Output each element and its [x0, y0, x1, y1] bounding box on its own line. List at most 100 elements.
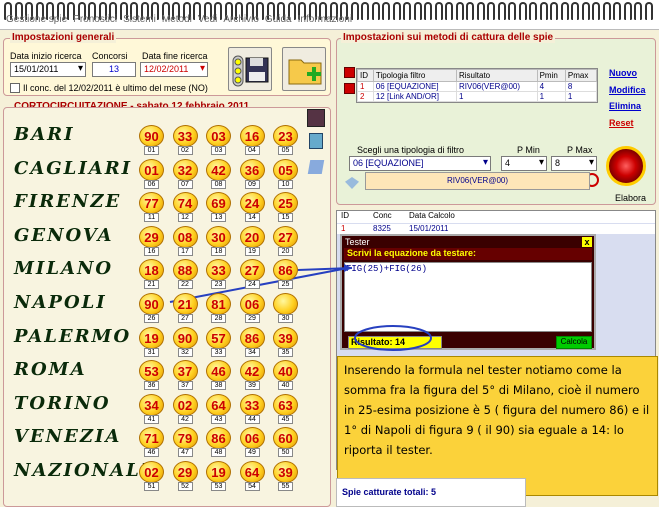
number-bulb: 53 36	[139, 360, 164, 391]
filter-table-cell: 1	[564, 91, 598, 102]
number-bulb: 71 46	[139, 427, 164, 458]
last-of-month-label: Il conc. del 12/02/2011 è ultimo del mes…	[23, 83, 208, 93]
number-bulb: 29 52	[172, 461, 198, 491]
calc-row[interactable]: 1 8325 15/01/2011	[337, 224, 655, 234]
drawn-number: 46	[206, 360, 231, 383]
number-bulb: 33 23	[206, 259, 231, 290]
filter-table-header: ID	[357, 69, 374, 82]
position-number: 49	[244, 448, 260, 458]
position-number: 31	[144, 347, 159, 357]
menu-item[interactable]: Gestione spie	[6, 14, 67, 25]
number-bulb: 64 43	[206, 393, 231, 424]
number-bulb: 37 37	[172, 360, 198, 391]
filter-table-row[interactable]: 1 06 [EQUAZIONE] RIV06(VER@00) 4 8	[357, 81, 598, 92]
menu-item[interactable]: Vedi	[198, 14, 217, 25]
drawn-number: 25	[273, 192, 298, 215]
tester-window: Tester x Scrivi la equazione da testare:…	[340, 234, 596, 350]
new-folder-button[interactable]	[282, 47, 326, 91]
menu-item[interactable]: Sistemi	[123, 14, 156, 25]
position-number: 35	[278, 347, 293, 357]
drawn-number: 02	[172, 393, 198, 416]
position-number: 36	[144, 381, 159, 391]
menu-item[interactable]: Informazioni	[298, 14, 352, 25]
pmax-select[interactable]: 8	[551, 156, 597, 171]
modifica-link[interactable]: Modifica	[609, 85, 646, 95]
number-bulb: 21 27	[172, 293, 198, 323]
position-number: 21	[144, 280, 159, 290]
number-bulb: 19 53	[206, 461, 231, 491]
position-number: 05	[278, 146, 293, 155]
position-number: 33	[211, 347, 226, 357]
drawn-number: 18	[139, 259, 164, 282]
start-date-field[interactable]: 15/01/2011	[10, 62, 86, 77]
number-bulb: 01 06	[139, 158, 164, 189]
drawn-number: 39	[273, 461, 298, 483]
position-number: 50	[278, 448, 293, 458]
delete-row-icon[interactable]	[344, 83, 355, 94]
position-number: 32	[177, 347, 193, 357]
tester-prompt: Scrivi la equazione da testare:	[344, 248, 592, 260]
drawn-number: 06	[239, 427, 265, 450]
drawn-number: 42	[206, 158, 231, 181]
calcola-button[interactable]: Calcola	[556, 336, 592, 349]
drawn-number: 63	[273, 393, 298, 416]
drawn-number: 90	[172, 326, 198, 349]
menu-item[interactable]: Metodi	[162, 14, 192, 25]
end-date-field[interactable]: 12/02/2011	[140, 62, 208, 77]
wheel-name: VENEZIA	[14, 426, 122, 448]
concorsi-field[interactable]: 13	[92, 62, 136, 77]
number-bulb: 02 51	[139, 461, 164, 491]
general-settings-title: Impostazioni generali	[10, 32, 117, 43]
pmax-label: P Max	[567, 145, 593, 155]
edit-icon[interactable]	[307, 160, 325, 174]
elimina-link[interactable]: Elimina	[609, 101, 641, 111]
drawn-number: 64	[239, 461, 265, 483]
tester-close-button[interactable]: x	[582, 237, 592, 247]
drawn-number: 57	[206, 326, 231, 349]
drawn-number: 32	[172, 158, 198, 181]
save-button[interactable]	[228, 47, 272, 91]
diamond-icon[interactable]	[345, 177, 359, 189]
drawn-number: 27	[239, 259, 265, 282]
nuovo-link[interactable]: Nuovo	[609, 68, 637, 78]
reset-link[interactable]: Reset	[609, 118, 634, 128]
position-number: 27	[177, 314, 193, 323]
general-settings-panel: Impostazioni generali Data inizio ricerc…	[3, 32, 331, 96]
filter-table-row[interactable]: 2 12 [Link AND/OR] 1 1 1	[357, 91, 598, 102]
add-row-icon[interactable]	[344, 67, 355, 78]
sound-icon[interactable]	[307, 109, 325, 127]
print-icon[interactable]	[309, 133, 323, 149]
filter-table-header: Pmin	[536, 69, 566, 82]
position-number: 51	[144, 482, 159, 491]
pmin-select[interactable]: 4	[501, 156, 547, 171]
number-bulb: 90 32	[172, 326, 198, 357]
number-bulb: 64 54	[239, 461, 265, 491]
position-number: 30	[278, 314, 293, 323]
drawn-number: 37	[172, 360, 198, 383]
number-bulb: 77 11	[139, 192, 164, 223]
menu-item[interactable]: Pronostici	[73, 14, 117, 25]
filter-type-select[interactable]: 06 [EQUAZIONE]	[349, 156, 491, 171]
filter-table-cell: RIV06(VER@00)	[456, 81, 538, 92]
menu-item[interactable]: Guida	[265, 14, 292, 25]
number-bulb: 08 17	[172, 225, 198, 256]
riv-result-field: RIV06(VER@00)	[365, 172, 590, 190]
wheel-name: MILANO	[14, 258, 114, 280]
menu-item[interactable]: Archivio	[223, 14, 259, 25]
number-bulb: 57 33	[206, 326, 231, 357]
explanation-note: Inserendo la formula nel tester notiamo …	[337, 356, 658, 496]
filter-table-header: Risultato	[456, 69, 538, 82]
elabora-button[interactable]	[606, 146, 646, 186]
drawn-number: 88	[172, 259, 198, 282]
number-bulb: 86 48	[206, 427, 231, 458]
drawn-number: 27	[273, 225, 298, 248]
filter-table-header: Pmax	[564, 69, 598, 82]
drawn-number: 33	[172, 125, 198, 147]
last-of-month-checkbox[interactable]	[10, 83, 20, 93]
filter-table-header: Tipologia filtro	[372, 69, 458, 82]
number-bulb: 33 44	[239, 393, 265, 424]
number-bulb: 39 55	[273, 461, 298, 491]
position-number: 47	[177, 448, 193, 458]
position-number: 19	[244, 246, 260, 256]
equation-input[interactable]: FIG(25)+FIG(26)	[344, 262, 592, 332]
